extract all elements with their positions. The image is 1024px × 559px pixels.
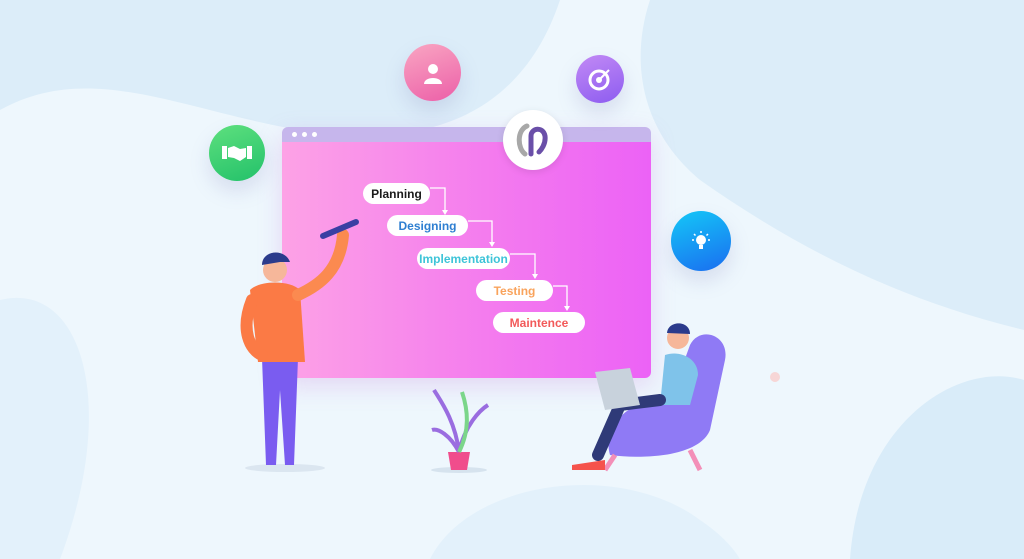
sitting-man-illustration: [572, 323, 726, 472]
standing-man-illustration: [240, 219, 359, 472]
illustration-people: [240, 219, 726, 473]
plant-illustration: [431, 388, 490, 473]
